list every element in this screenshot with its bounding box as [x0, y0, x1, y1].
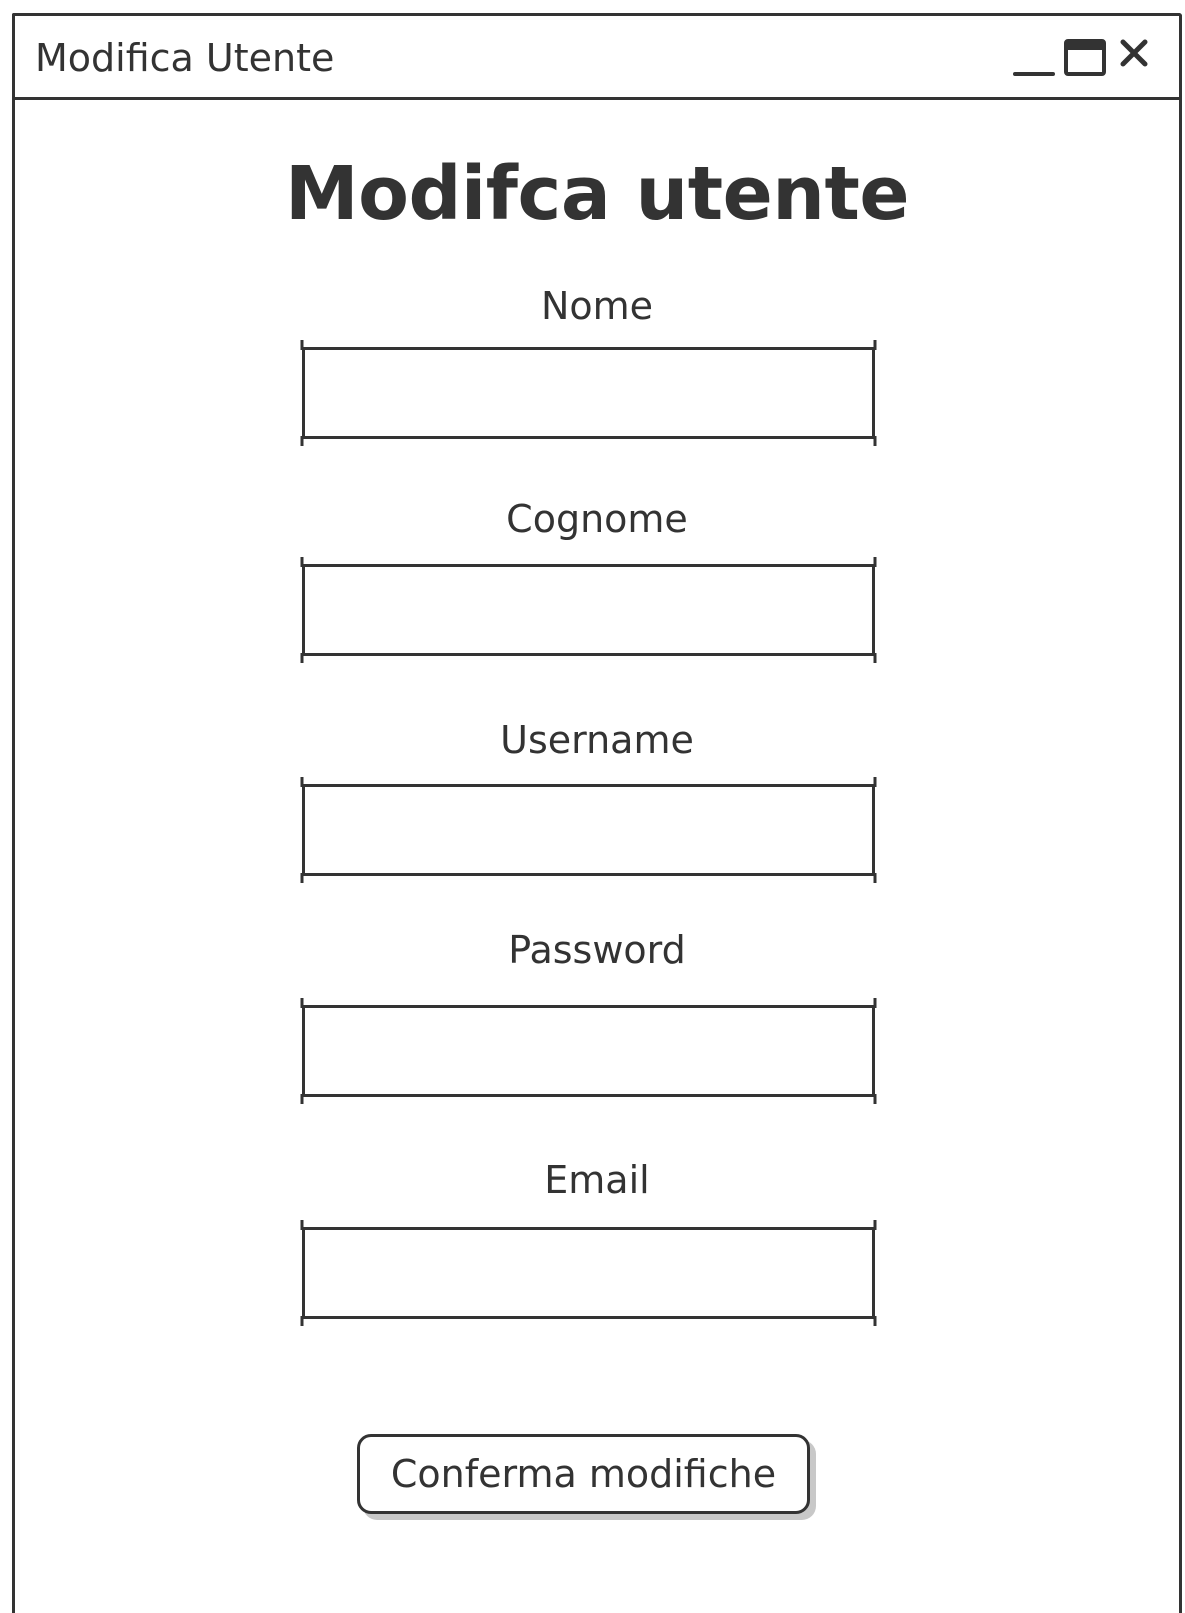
window-titlebar[interactable]: Modifica Utente: [15, 16, 1179, 100]
form-panel: Modifca utente Nome Cognome Username Pas…: [15, 100, 1179, 1613]
confirm-changes-button[interactable]: Conferma modifiche: [357, 1434, 810, 1514]
nome-input[interactable]: [302, 347, 875, 439]
username-input[interactable]: [302, 784, 875, 876]
password-input[interactable]: [302, 1005, 875, 1097]
maximize-icon: [1064, 39, 1106, 76]
window-title: Modifica Utente: [35, 36, 335, 80]
close-button[interactable]: [1115, 34, 1159, 78]
minimize-icon: [1013, 72, 1055, 76]
email-input[interactable]: [302, 1227, 875, 1319]
close-icon: [1120, 39, 1148, 67]
email-label: Email: [544, 1158, 650, 1202]
username-label: Username: [500, 718, 694, 762]
password-label: Password: [508, 928, 686, 972]
cognome-input[interactable]: [302, 564, 875, 656]
cognome-label: Cognome: [506, 497, 688, 541]
maximize-button[interactable]: [1063, 36, 1107, 80]
minimize-button[interactable]: [1013, 36, 1057, 80]
nome-label: Nome: [540, 284, 654, 328]
page-title: Modifca utente: [284, 151, 910, 237]
window-controls: [999, 16, 1179, 100]
edit-user-window: Modifica Utente Modifca utente Nome Cogn…: [12, 13, 1182, 1613]
